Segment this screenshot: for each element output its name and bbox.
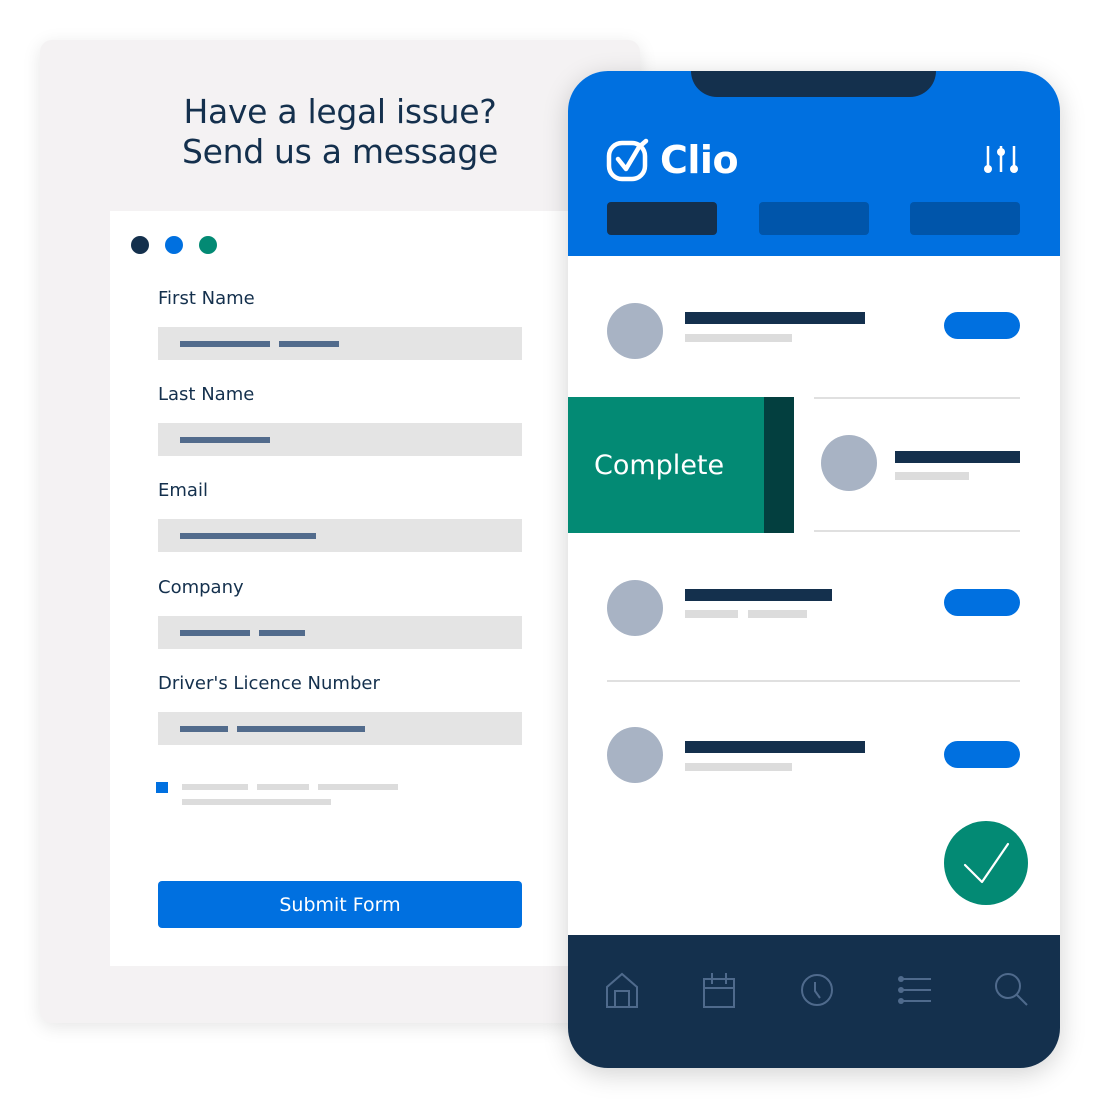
value-placeholder-bar bbox=[279, 340, 339, 347]
submit-form-button[interactable]: Submit Form bbox=[158, 881, 522, 928]
header-tab-2[interactable] bbox=[759, 202, 869, 235]
item-title-bar bbox=[895, 451, 1020, 463]
avatar bbox=[821, 435, 877, 491]
header-tab-1[interactable] bbox=[607, 202, 717, 235]
item-action-pill[interactable] bbox=[944, 312, 1020, 339]
home-icon bbox=[606, 972, 638, 1008]
consent-text-line bbox=[182, 799, 331, 805]
form-title-line-1: Have a legal issue? bbox=[183, 92, 497, 131]
last-name-label: Last Name bbox=[158, 384, 255, 405]
item-title-bar bbox=[685, 589, 832, 601]
nav-search[interactable] bbox=[992, 970, 1032, 1010]
drivers-licence-label: Driver's Licence Number bbox=[158, 673, 380, 694]
email-input[interactable] bbox=[158, 519, 522, 552]
window-dots bbox=[131, 236, 217, 254]
value-placeholder-bar bbox=[237, 725, 365, 732]
avatar bbox=[607, 580, 663, 636]
nav-home[interactable] bbox=[602, 970, 642, 1010]
item-action-pill[interactable] bbox=[944, 741, 1020, 768]
nav-time[interactable] bbox=[797, 970, 837, 1010]
clio-check-logo-icon bbox=[606, 138, 649, 182]
value-placeholder-bar bbox=[180, 436, 270, 443]
complete-swipe-action[interactable]: Complete bbox=[568, 397, 764, 533]
consent-text-line bbox=[318, 784, 398, 790]
value-placeholder-bar bbox=[259, 629, 305, 636]
consent-text-line bbox=[257, 784, 309, 790]
complete-label: Complete bbox=[594, 449, 725, 481]
item-subtitle-bar bbox=[748, 610, 807, 618]
avatar bbox=[607, 303, 663, 359]
search-icon bbox=[995, 973, 1028, 1006]
item-subtitle-bar bbox=[685, 610, 738, 618]
clock-icon bbox=[801, 974, 833, 1006]
swipe-action-edge bbox=[764, 397, 794, 533]
clio-logo: Clio bbox=[606, 137, 739, 183]
first-name-label: First Name bbox=[158, 288, 255, 309]
divider bbox=[814, 530, 1020, 532]
list-icon bbox=[898, 976, 931, 1004]
complete-fab-button[interactable] bbox=[944, 821, 1028, 905]
divider bbox=[607, 680, 1020, 682]
dot-green-icon bbox=[199, 236, 217, 254]
dot-blue-icon bbox=[165, 236, 183, 254]
nav-calendar[interactable] bbox=[699, 970, 739, 1010]
sliders-icon bbox=[984, 146, 1018, 173]
calendar-icon bbox=[703, 973, 735, 1008]
item-action-pill[interactable] bbox=[944, 589, 1020, 616]
mobile-app-mockup: Clio Complete bbox=[568, 71, 1060, 1068]
item-subtitle-bar bbox=[685, 334, 792, 342]
last-name-input[interactable] bbox=[158, 423, 522, 456]
form-title: Have a legal issue? Send us a message bbox=[40, 92, 640, 172]
item-title-bar bbox=[685, 741, 865, 753]
form-title-line-2: Send us a message bbox=[181, 132, 499, 171]
value-placeholder-bar bbox=[180, 629, 250, 636]
contact-form-card: Have a legal issue? Send us a message Fi… bbox=[40, 40, 640, 1023]
item-subtitle-bar bbox=[895, 472, 969, 480]
phone-notch bbox=[691, 71, 936, 97]
dot-dark-icon bbox=[131, 236, 149, 254]
company-input[interactable] bbox=[158, 616, 522, 649]
brand-name: Clio bbox=[660, 138, 739, 182]
bottom-navigation bbox=[568, 935, 1060, 1068]
form-panel: First Name Last Name Email Company Drive… bbox=[110, 211, 570, 966]
item-title-bar bbox=[685, 312, 865, 324]
checkmark-icon bbox=[963, 842, 1010, 884]
drivers-licence-input[interactable] bbox=[158, 712, 522, 745]
consent-checkbox[interactable] bbox=[156, 782, 168, 793]
company-label: Company bbox=[158, 577, 244, 598]
email-label: Email bbox=[158, 480, 208, 501]
first-name-input[interactable] bbox=[158, 327, 522, 360]
value-placeholder-bar bbox=[180, 340, 270, 347]
header-tab-3[interactable] bbox=[910, 202, 1020, 235]
consent-text-line bbox=[182, 784, 248, 790]
value-placeholder-bar bbox=[180, 725, 228, 732]
avatar bbox=[607, 727, 663, 783]
item-subtitle-bar bbox=[685, 763, 792, 771]
app-header: Clio bbox=[568, 71, 1060, 256]
nav-tasks[interactable] bbox=[895, 970, 935, 1010]
value-placeholder-bar bbox=[180, 532, 316, 539]
divider bbox=[814, 397, 1020, 399]
filter-button[interactable] bbox=[982, 144, 1022, 176]
